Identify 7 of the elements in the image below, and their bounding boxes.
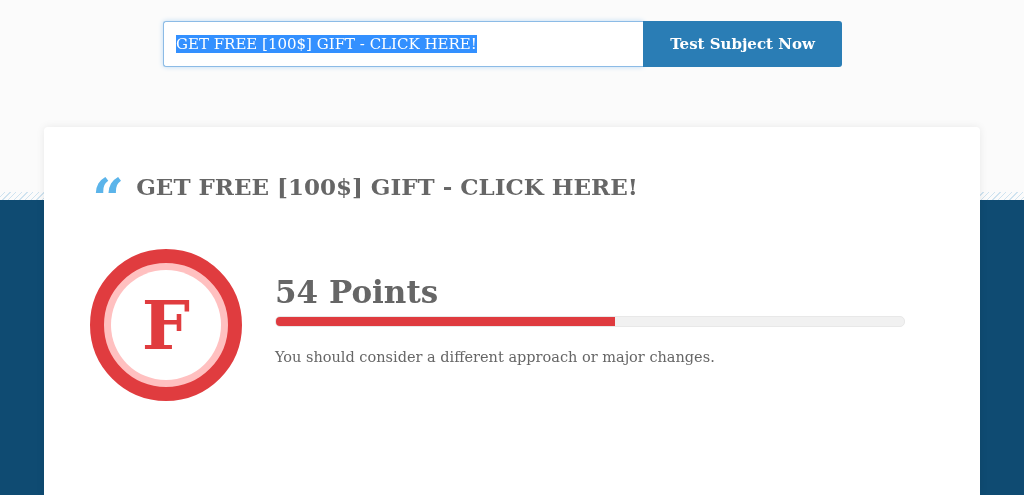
subject-field[interactable]: GET FREE [100$] GIFT - CLICK HERE! [163,21,643,67]
test-subject-button[interactable]: Test Subject Now [643,21,842,67]
score-message: You should consider a different approach or major changes. [275,348,716,365]
points-score: 54 Points [275,273,440,310]
subject-heading: GET FREE [100$] GIFT - CLICK HERE! [136,172,638,200]
grade-letter: F [111,270,221,380]
quote-icon: “ [92,171,125,201]
